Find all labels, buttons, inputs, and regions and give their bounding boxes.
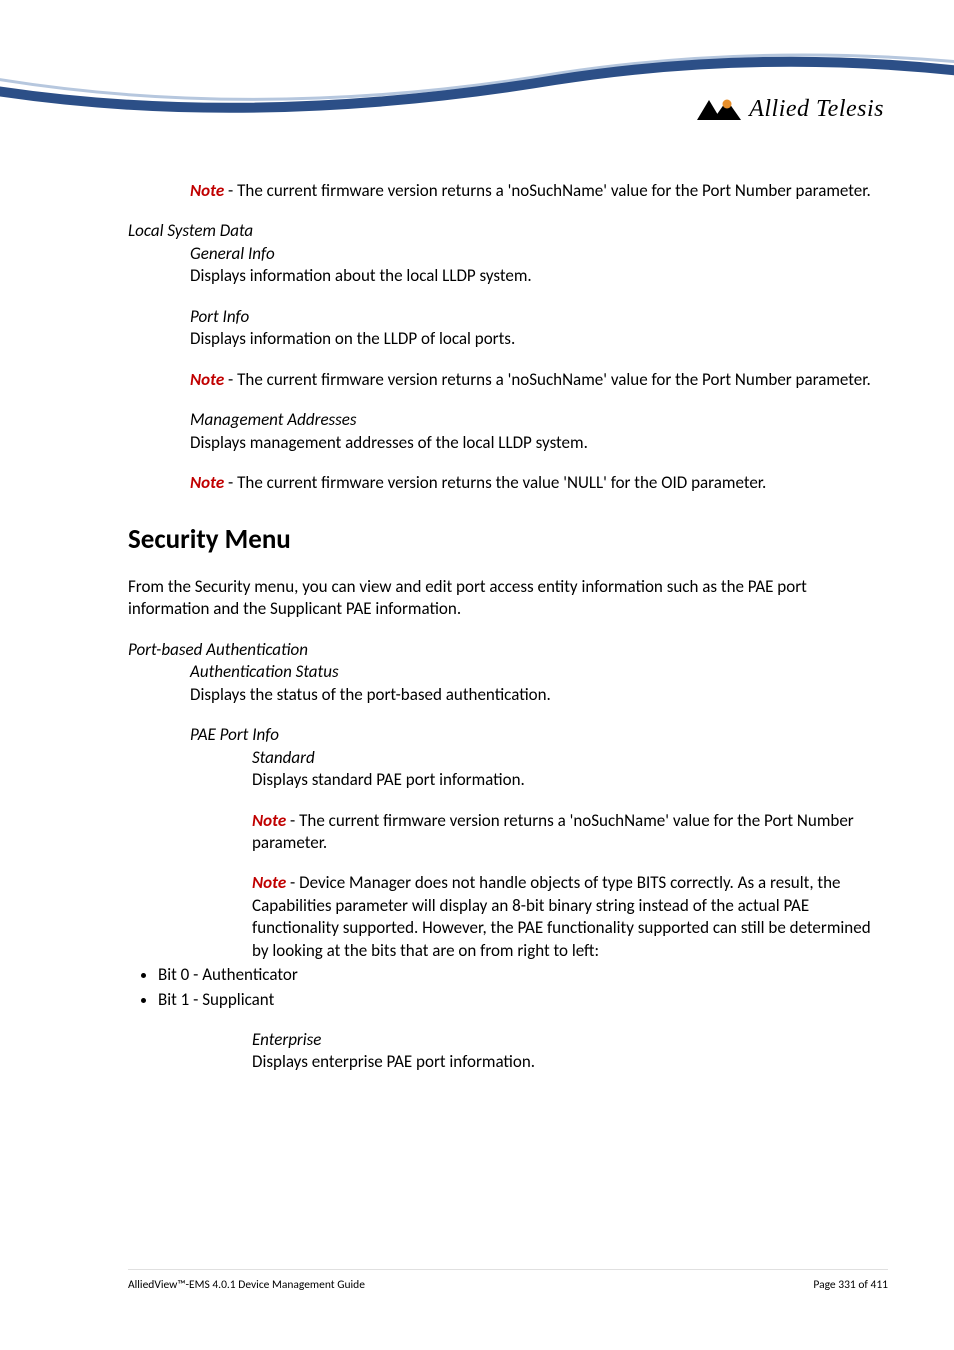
local-system-data-heading: Local System Data bbox=[128, 220, 888, 242]
standard-title: Standard bbox=[252, 747, 888, 769]
mgmt-addr-note-text: - The current firmware version returns t… bbox=[224, 472, 766, 493]
enterprise-body: Displays enterprise PAE port information… bbox=[252, 1051, 888, 1073]
standard-note2-text: - Device Manager does not handle objects… bbox=[252, 872, 871, 960]
port-info-body: Displays information on the LLDP of loca… bbox=[190, 328, 888, 350]
footer-left: AlliedView™-EMS 4.0.1 Device Management … bbox=[128, 1278, 365, 1292]
note-label: Note bbox=[190, 180, 224, 201]
bits-list: Bit 0 - Authenticator Bit 1 - Supplicant bbox=[152, 964, 888, 1011]
standard-body: Displays standard PAE port information. bbox=[252, 769, 888, 791]
general-info-body: Displays information about the local LLD… bbox=[190, 265, 888, 287]
header-decoration bbox=[0, 0, 954, 150]
top-note: Note - The current firmware version retu… bbox=[190, 180, 888, 202]
footer-right: Page 331 of 411 bbox=[813, 1278, 888, 1292]
port-info-note: Note - The current firmware version retu… bbox=[190, 369, 888, 391]
mgmt-addr-note: Note - The current firmware version retu… bbox=[190, 472, 888, 494]
enterprise-title: Enterprise bbox=[252, 1029, 888, 1051]
port-info-note-text: - The current firmware version returns a… bbox=[224, 369, 871, 390]
note-label: Note bbox=[190, 472, 224, 493]
security-menu-heading: Security Menu bbox=[128, 522, 888, 558]
mgmt-addr-title: Management Addresses bbox=[190, 409, 888, 431]
standard-note1: Note - The current firmware version retu… bbox=[252, 810, 888, 855]
top-note-text: - The current firmware version returns a… bbox=[224, 180, 871, 201]
auth-status-title: Authentication Status bbox=[190, 661, 888, 683]
brand-logo-mark bbox=[697, 98, 743, 122]
standard-note2: Note - Device Manager does not handle ob… bbox=[252, 872, 888, 962]
port-info-title: Port Info bbox=[190, 306, 888, 328]
note-label: Note bbox=[190, 369, 224, 390]
page-content: Note - The current firmware version retu… bbox=[128, 180, 888, 1074]
auth-status-body: Displays the status of the port-based au… bbox=[190, 684, 888, 706]
brand-logo-text: Allied Telesis bbox=[749, 96, 884, 123]
general-info-title: General Info bbox=[190, 243, 888, 265]
standard-note1-text: - The current firmware version returns a… bbox=[252, 810, 854, 853]
note-label: Note bbox=[252, 810, 286, 831]
pba-heading: Port-based Authentication bbox=[128, 639, 888, 661]
pae-port-info-title: PAE Port Info bbox=[190, 724, 888, 746]
note-label: Note bbox=[252, 872, 286, 893]
list-item: Bit 1 - Supplicant bbox=[158, 989, 888, 1011]
security-menu-intro: From the Security menu, you can view and… bbox=[128, 576, 888, 621]
mgmt-addr-body: Displays management addresses of the loc… bbox=[190, 432, 888, 454]
page-footer: AlliedView™-EMS 4.0.1 Device Management … bbox=[128, 1269, 888, 1292]
list-item: Bit 0 - Authenticator bbox=[158, 964, 888, 986]
brand-logo: Allied Telesis bbox=[697, 96, 884, 123]
